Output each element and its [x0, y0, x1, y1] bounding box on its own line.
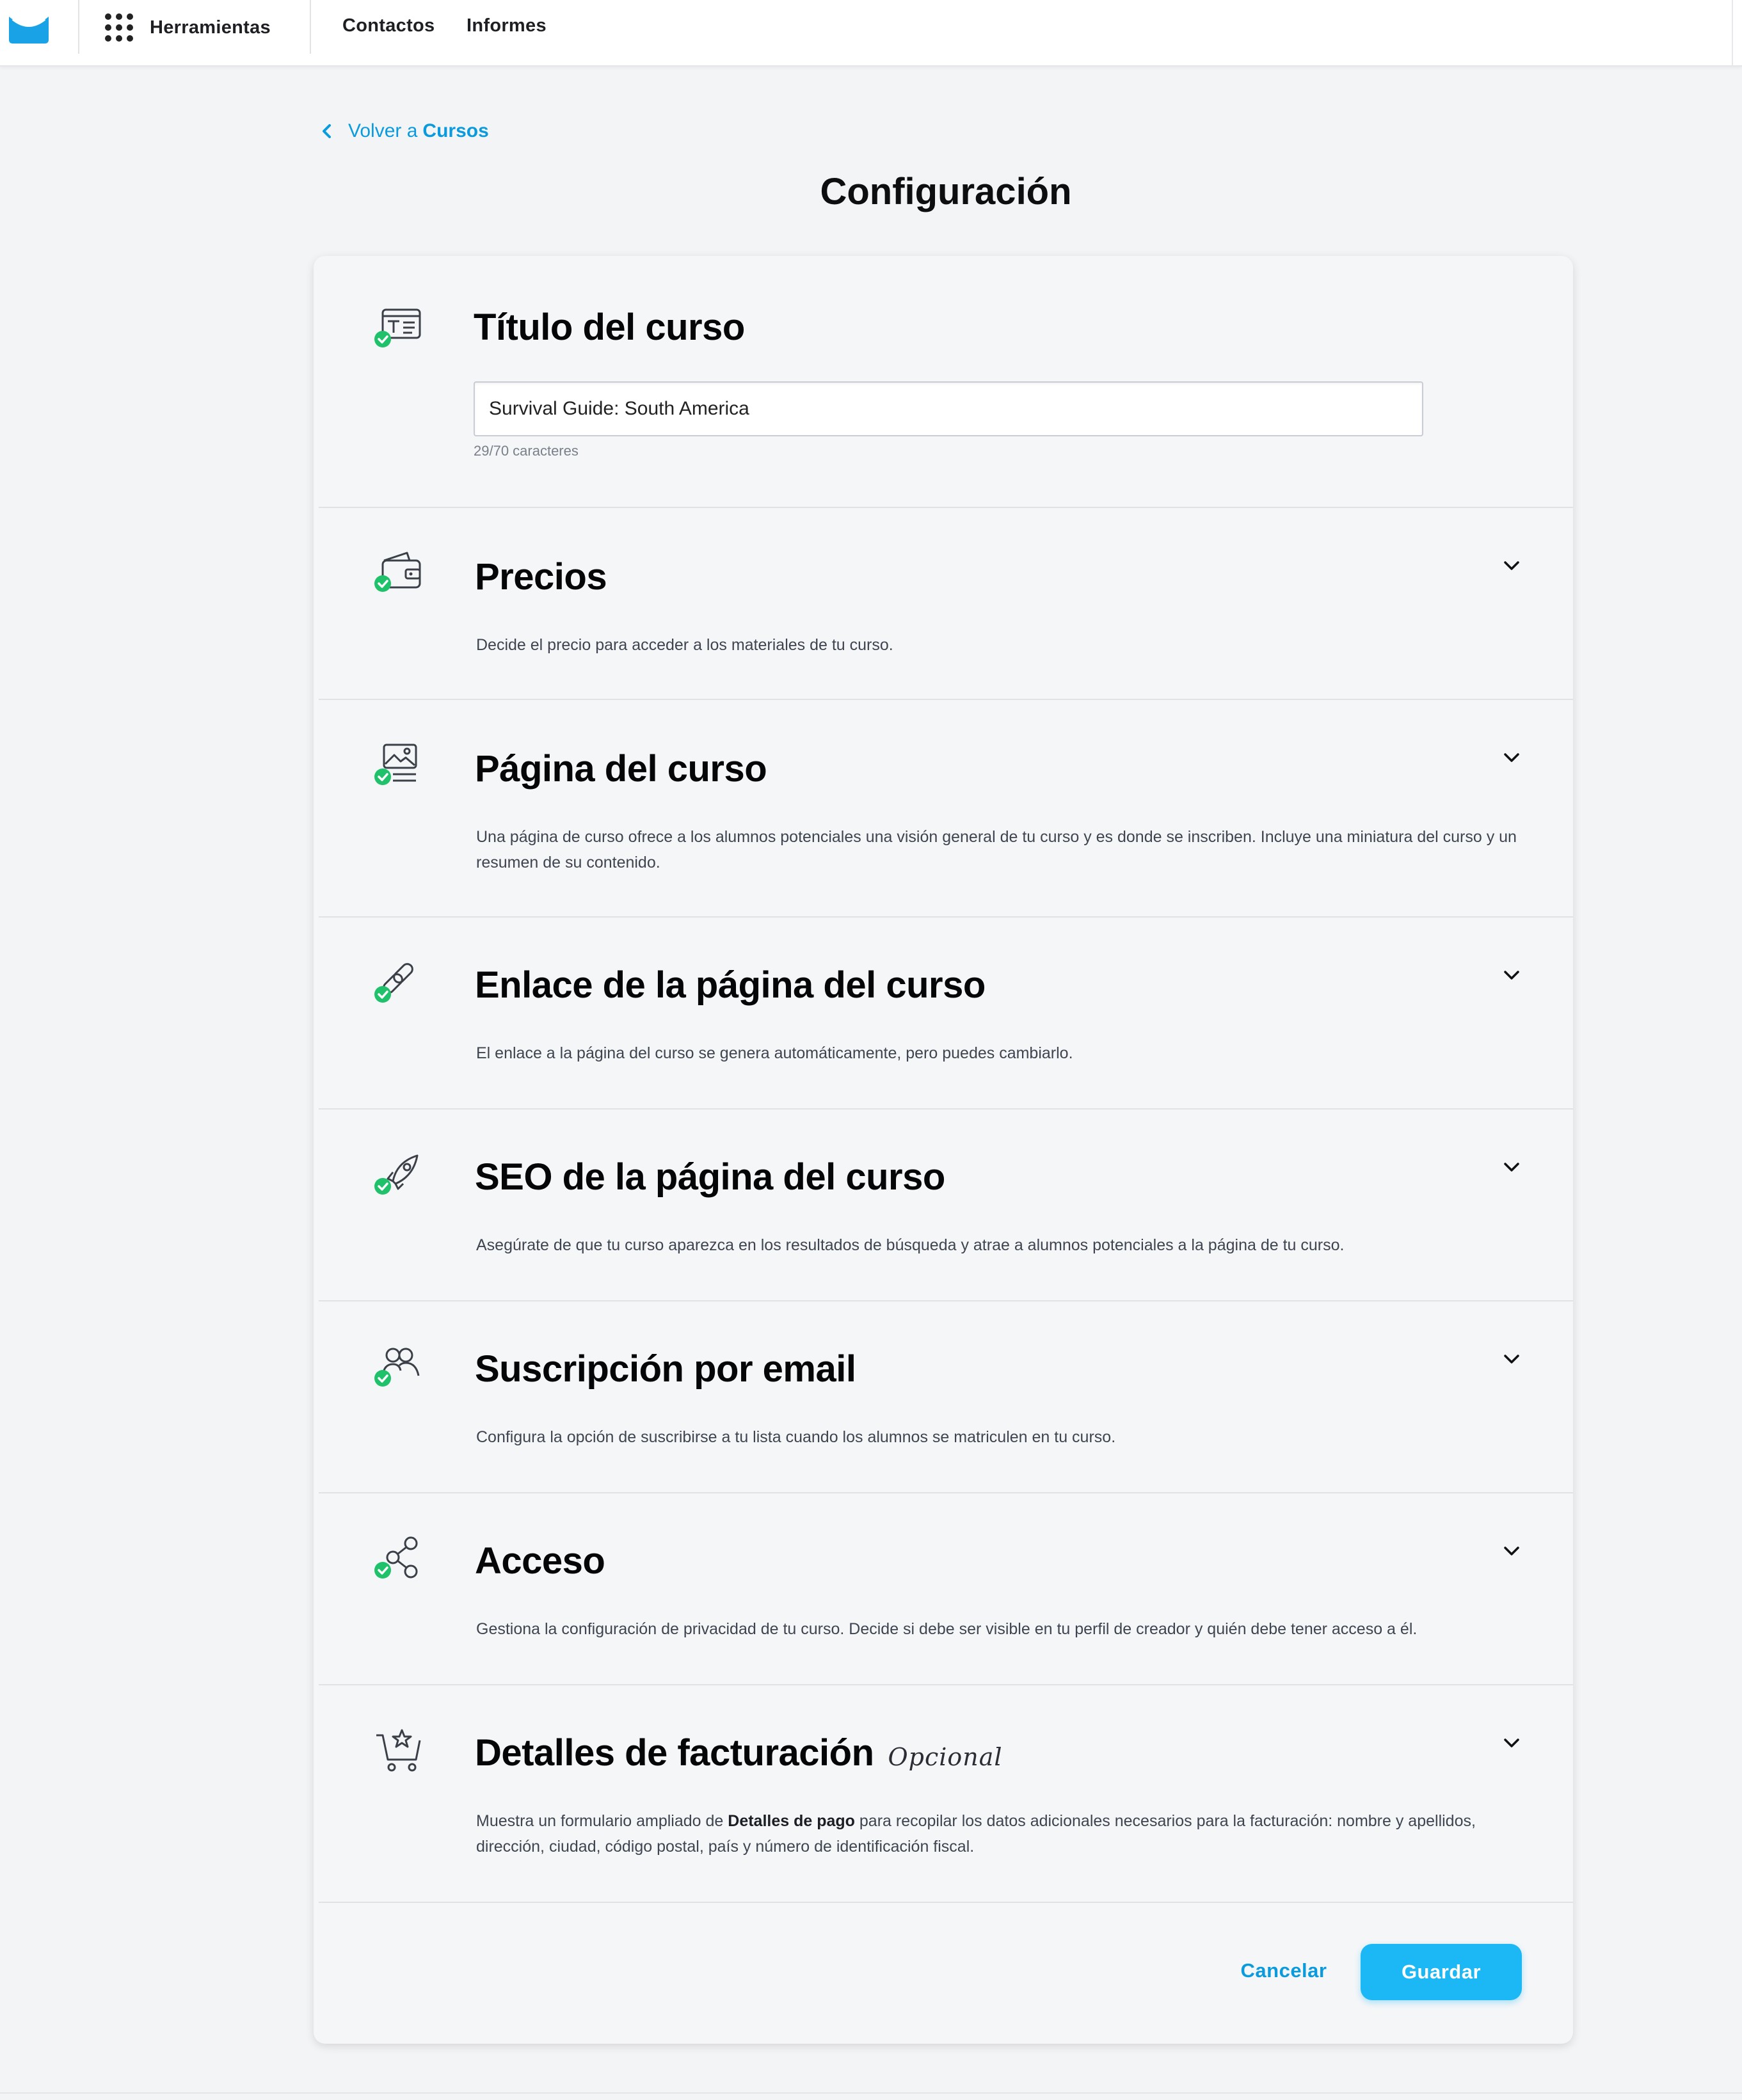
chevron-down-icon[interactable] — [1503, 969, 1521, 982]
chevron-down-icon[interactable] — [1503, 1353, 1521, 1365]
section-description: Configura la opción de suscribirse a tu … — [476, 1428, 1116, 1446]
billing-desc-before: Muestra un formulario ampliado de — [476, 1812, 724, 1830]
chevron-left-icon — [323, 124, 331, 138]
section-title: Acceso — [475, 1540, 605, 1582]
section-pricing[interactable]: Precios Decide el precio para acceder a … — [319, 508, 1573, 700]
section-course-seo[interactable]: SEO de la página del curso Asegúrate de … — [319, 1110, 1573, 1301]
nav-divider — [310, 0, 311, 54]
nav-divider — [78, 0, 79, 54]
section-description: Gestiona la configuración de privacidad … — [476, 1620, 1418, 1638]
cart-star-icon — [376, 1729, 421, 1772]
section-title: Detalles de facturación Opcional — [475, 1731, 1003, 1774]
logo-icon[interactable] — [8, 14, 50, 45]
share-icon — [374, 1536, 418, 1579]
window-edge — [1732, 0, 1733, 67]
tools-label: Herramientas — [150, 17, 271, 38]
back-target: Cursos — [422, 120, 489, 141]
page-image-icon — [374, 744, 417, 785]
nav-contacts[interactable]: Contactos — [342, 15, 435, 36]
back-prefix: Volver a — [348, 120, 418, 141]
page-bottom-divider — [0, 2092, 1742, 2094]
section-course-link[interactable]: Enlace de la página del curso El enlace … — [319, 918, 1573, 1110]
link-icon — [374, 963, 413, 1003]
section-course-page[interactable]: Página del curso Una página de curso ofr… — [319, 700, 1573, 918]
chevron-down-icon[interactable] — [1503, 751, 1521, 764]
wallet-icon — [374, 552, 421, 592]
top-navigation-bar: Herramientas Contactos Informes — [0, 0, 1742, 67]
page-title: Configuración — [820, 171, 1072, 212]
course-title-input[interactable] — [474, 381, 1423, 436]
section-description: Decide el precio para acceder a los mate… — [476, 636, 893, 654]
section-title: SEO de la página del curso — [475, 1156, 945, 1198]
billing-title: Detalles de facturación — [475, 1732, 874, 1774]
section-description: Muestra un formulario ampliado de Detall… — [476, 1808, 1528, 1859]
section-email-subscription[interactable]: Suscripción por email Configura la opció… — [319, 1301, 1573, 1493]
section-title: Precios — [475, 556, 607, 598]
chevron-down-icon[interactable] — [1503, 559, 1521, 572]
section-title: Enlace de la página del curso — [475, 964, 986, 1006]
people-icon — [374, 1348, 420, 1387]
rocket-icon — [374, 1154, 419, 1195]
character-counter: 29/70 caracteres — [474, 443, 579, 459]
course-title-heading: Título del curso — [474, 306, 745, 348]
section-course-title: Título del curso 29/70 caracteres — [319, 256, 1573, 508]
section-billing-details[interactable]: Detalles de facturación Opcional Muestra … — [319, 1685, 1573, 1903]
optional-label: Opcional — [888, 1743, 1003, 1771]
section-access[interactable]: Acceso Gestiona la configuración de priv… — [319, 1493, 1573, 1685]
billing-desc-bold: Detalles de pago — [728, 1812, 855, 1830]
nav-reports[interactable]: Informes — [467, 15, 547, 36]
section-description: El enlace a la página del curso se gener… — [476, 1044, 1073, 1062]
section-title: Suscripción por email — [475, 1348, 856, 1390]
course-title-icon — [374, 308, 421, 347]
section-description: Asegúrate de que tu curso aparezca en lo… — [476, 1236, 1345, 1254]
back-to-courses-link[interactable]: Volver a Cursos — [320, 120, 489, 142]
tools-menu[interactable]: Herramientas — [105, 13, 271, 42]
chevron-down-icon[interactable] — [1503, 1545, 1521, 1557]
section-description: Una página de curso ofrece a los alumnos… — [476, 828, 1517, 871]
settings-card: Título del curso 29/70 caracteres Precio… — [314, 256, 1573, 2044]
cancel-button[interactable]: Cancelar — [1221, 1945, 1346, 1996]
section-title: Página del curso — [475, 748, 767, 790]
chevron-down-icon[interactable] — [1503, 1737, 1521, 1749]
save-button[interactable]: Guardar — [1361, 1944, 1522, 2000]
apps-grid-icon — [105, 13, 133, 42]
chevron-down-icon[interactable] — [1503, 1161, 1521, 1173]
